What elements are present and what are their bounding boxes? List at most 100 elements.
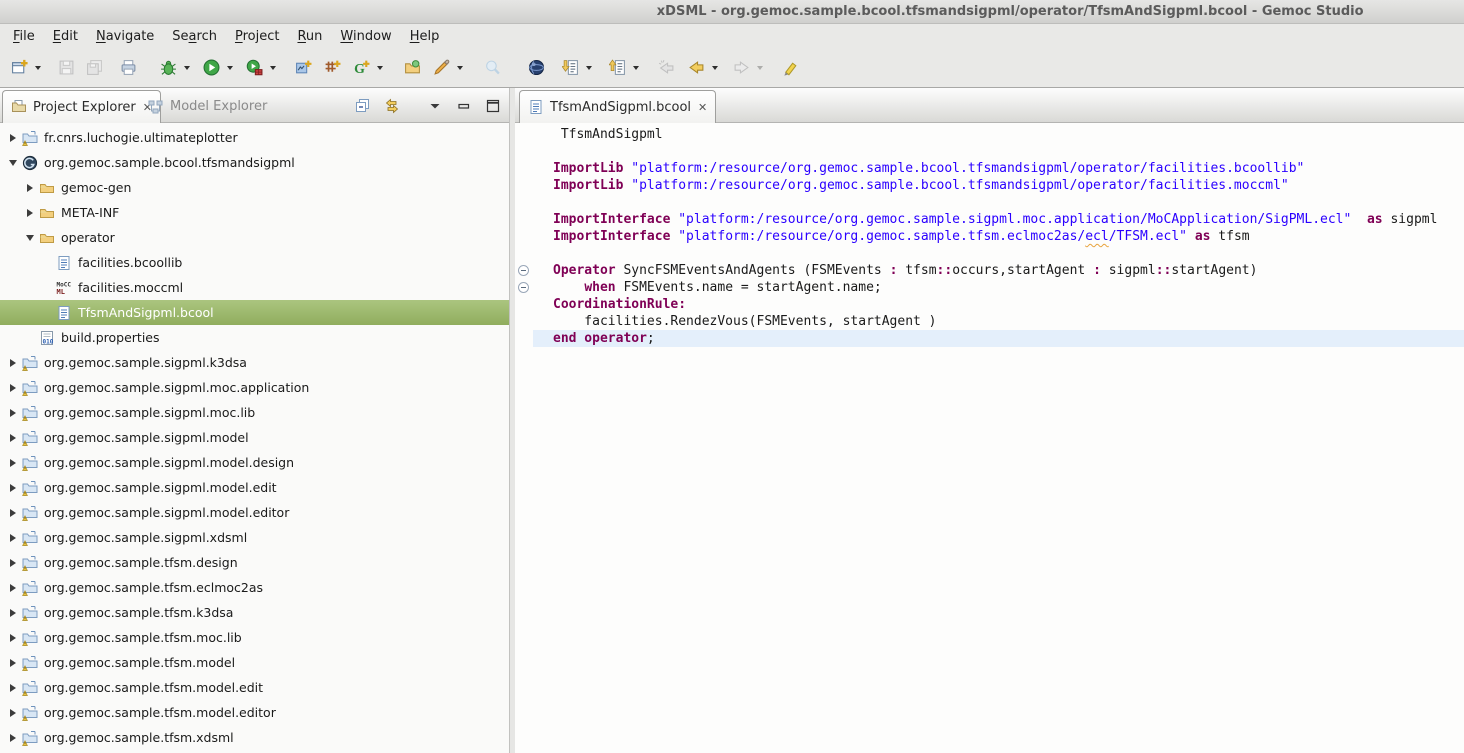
tab-model-explorer[interactable]: Model Explorer [140, 90, 275, 123]
menu-item-help[interactable]: Help [401, 26, 449, 47]
tree-item-org-gemoc-sample-sigpml-model-editor[interactable]: org.gemoc.sample.sigpml.model.editor [0, 500, 509, 525]
code-line[interactable]: facilities.RendezVous(FSMEvents, startAg… [533, 313, 1464, 330]
fold-collapse-icon[interactable] [518, 282, 529, 293]
collapse-arrow-icon[interactable] [6, 160, 20, 166]
tree-item-org-gemoc-sample-bcool-tfsmandsigpml[interactable]: org.gemoc.sample.bcool.tfsmandsigpml [0, 150, 509, 175]
run-external-tools-button-dropdown[interactable] [267, 55, 278, 81]
close-icon[interactable]: ✕ [698, 101, 707, 114]
code-line[interactable]: when FSMEvents.name = startAgent.name; [533, 279, 1464, 296]
collapse-arrow-icon[interactable] [23, 235, 37, 241]
open-resource-button[interactable] [399, 55, 425, 81]
expand-arrow-icon[interactable] [23, 184, 37, 192]
tree-item-org-gemoc-sample-tfsm-design[interactable]: org.gemoc.sample.tfsm.design [0, 550, 509, 575]
editor-body[interactable]: TfsmAndSigpml ImportLib "platform:/resour… [515, 123, 1464, 753]
tree-item-org-gemoc-sample-tfsm-moc-lib[interactable]: org.gemoc.sample.tfsm.moc.lib [0, 625, 509, 650]
tree-item-build-properties[interactable]: 010build.properties [0, 325, 509, 350]
code-line[interactable]: CoordinationRule: [533, 296, 1464, 313]
tree-item-gemoc-gen[interactable]: gemoc-gen [0, 175, 509, 200]
tree-item-org-gemoc-sample-sigpml-xdsml[interactable]: org.gemoc.sample.sigpml.xdsml [0, 525, 509, 550]
tree-item-tfsmandsigpml-bcool[interactable]: TfsmAndSigpml.bcool [0, 300, 509, 325]
expand-arrow-icon[interactable] [6, 634, 20, 642]
back-button-dropdown[interactable] [709, 55, 720, 81]
menu-item-file[interactable]: File [4, 26, 44, 47]
expand-arrow-icon[interactable] [6, 409, 20, 417]
menu-item-project[interactable]: Project [226, 26, 289, 47]
code-line[interactable]: ImportLib "platform:/resource/org.gemoc.… [533, 160, 1464, 177]
run-button-dropdown[interactable] [224, 55, 235, 81]
tree-item-org-gemoc-sample-sigpml-model-edit[interactable]: org.gemoc.sample.sigpml.model.edit [0, 475, 509, 500]
new-diagram-button[interactable] [319, 55, 345, 81]
import-log-button[interactable] [557, 55, 583, 81]
tree-item-operator[interactable]: operator [0, 225, 509, 250]
tree-item-org-gemoc-sample-tfsm-xdsml[interactable]: org.gemoc.sample.tfsm.xdsml [0, 725, 509, 750]
export-log-button[interactable] [604, 55, 630, 81]
expand-arrow-icon[interactable] [6, 684, 20, 692]
expand-arrow-icon[interactable] [6, 709, 20, 717]
expand-arrow-icon[interactable] [6, 734, 20, 742]
forward-button-dropdown[interactable] [754, 55, 765, 81]
code-line-current[interactable]: end operator; [533, 330, 1464, 347]
tab-project-explorer[interactable]: Project Explorer ✕ [2, 90, 161, 123]
run-external-tools-button[interactable] [241, 55, 267, 81]
menu-item-edit[interactable]: Edit [44, 26, 87, 47]
collapse-all-button[interactable] [353, 96, 373, 116]
code-line[interactable]: TfsmAndSigpml [533, 126, 1464, 143]
new-gemoc-button[interactable]: G [348, 55, 374, 81]
menu-item-window[interactable]: Window [331, 26, 400, 47]
fold-collapse-icon[interactable] [518, 265, 529, 276]
menu-item-search[interactable]: Search [163, 26, 226, 47]
expand-arrow-icon[interactable] [6, 659, 20, 667]
expand-arrow-icon[interactable] [6, 609, 20, 617]
expand-arrow-icon[interactable] [6, 359, 20, 367]
tree-item-org-gemoc-sample-tfsm-model-editor[interactable]: org.gemoc.sample.tfsm.model.editor [0, 700, 509, 725]
expand-arrow-icon[interactable] [6, 434, 20, 442]
menu-item-navigate[interactable]: Navigate [87, 26, 163, 47]
code-line[interactable]: Operator SyncFSMEventsAndAgents (FSMEven… [533, 262, 1464, 279]
tree-item-org-gemoc-sample-sigpml-moc-application[interactable]: org.gemoc.sample.sigpml.moc.application [0, 375, 509, 400]
expand-arrow-icon[interactable] [6, 509, 20, 517]
menu-item-run[interactable]: Run [288, 26, 331, 47]
import-log-button-dropdown[interactable] [583, 55, 594, 81]
new-wizard-button[interactable] [6, 55, 32, 81]
run-button[interactable] [198, 55, 224, 81]
print-button[interactable] [115, 55, 141, 81]
debug-button-dropdown[interactable] [181, 55, 192, 81]
tree-item-org-gemoc-sample-tfsm-model-edit[interactable]: org.gemoc.sample.tfsm.model.edit [0, 675, 509, 700]
expand-arrow-icon[interactable] [6, 584, 20, 592]
tree-item-fr-cnrs-luchogie-ultimateplotter[interactable]: fr.cnrs.luchogie.ultimateplotter [0, 125, 509, 150]
save-all-button[interactable] [81, 55, 107, 81]
code-line[interactable]: ImportInterface "platform:/resource/org.… [533, 211, 1464, 228]
expand-arrow-icon[interactable] [6, 384, 20, 392]
annotate-button[interactable] [428, 55, 454, 81]
back-button[interactable] [683, 55, 709, 81]
tree-item-meta-inf[interactable]: META-INF [0, 200, 509, 225]
tree-item-org-gemoc-sample-sigpml-moc-lib[interactable]: org.gemoc.sample.sigpml.moc.lib [0, 400, 509, 425]
expand-arrow-icon[interactable] [6, 484, 20, 492]
minimize-button[interactable] [454, 96, 474, 116]
expand-arrow-icon[interactable] [6, 134, 20, 142]
tree-item-org-gemoc-sample-tfsm-model[interactable]: org.gemoc.sample.tfsm.model [0, 650, 509, 675]
code-line[interactable] [533, 143, 1464, 160]
expand-arrow-icon[interactable] [6, 534, 20, 542]
new-gemoc-button-dropdown[interactable] [374, 55, 385, 81]
search-button[interactable] [479, 55, 505, 81]
forward-button[interactable] [728, 55, 754, 81]
editor-tab-tfsmandsigpml[interactable]: TfsmAndSigpml.bcool ✕ [519, 90, 716, 123]
code-line[interactable] [533, 245, 1464, 262]
tree-item-org-gemoc-sample-sigpml-k3dsa[interactable]: org.gemoc.sample.sigpml.k3dsa [0, 350, 509, 375]
last-edit-location-button[interactable] [653, 55, 679, 81]
open-web-browser-button[interactable] [523, 55, 549, 81]
export-log-button-dropdown[interactable] [630, 55, 641, 81]
code-line[interactable] [533, 194, 1464, 211]
expand-arrow-icon[interactable] [23, 209, 37, 217]
debug-button[interactable] [155, 55, 181, 81]
highlighter-button[interactable] [777, 55, 803, 81]
tree-item-facilities-moccml[interactable]: MoCCMLfacilities.moccml [0, 275, 509, 300]
save-button[interactable] [53, 55, 79, 81]
tree-item-org-gemoc-sample-sigpml-model[interactable]: org.gemoc.sample.sigpml.model [0, 425, 509, 450]
link-with-editor-button[interactable] [382, 96, 402, 116]
view-menu-button[interactable] [425, 96, 445, 116]
tree-item-facilities-bcoollib[interactable]: facilities.bcoollib [0, 250, 509, 275]
code-area[interactable]: TfsmAndSigpml ImportLib "platform:/resour… [533, 123, 1464, 753]
code-line[interactable]: ImportLib "platform:/resource/org.gemoc.… [533, 177, 1464, 194]
